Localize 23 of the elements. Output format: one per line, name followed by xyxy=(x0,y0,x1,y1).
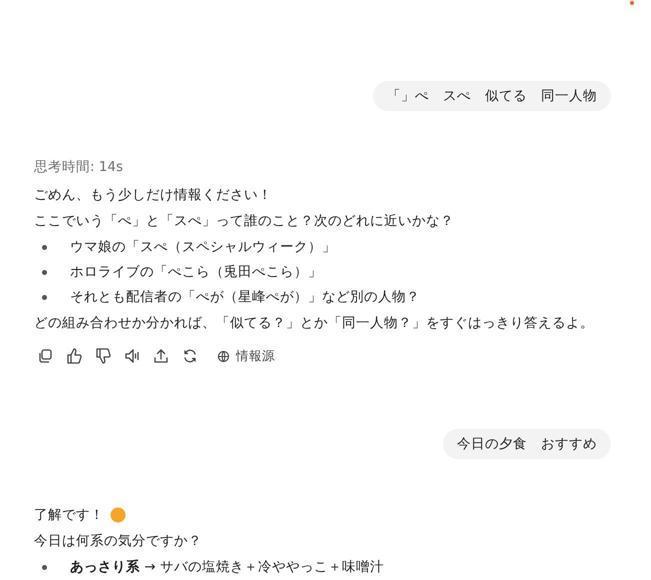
thinking-time[interactable]: 思考時間: 14s xyxy=(34,157,611,177)
notification-dot xyxy=(630,1,634,5)
message-text: 今日は何系の気分ですか？ xyxy=(34,532,202,551)
list-item-text: ホロライブの「ぺこら（兎田ぺこら）」 xyxy=(70,263,322,282)
share-icon[interactable] xyxy=(152,347,170,365)
sources-button[interactable]: 情報源 xyxy=(216,348,275,364)
bullet-icon xyxy=(42,244,47,250)
bullet-icon xyxy=(42,294,47,300)
list-item-text: あっさり系 → サバの塩焼き＋冷ややっこ＋味噌汁 xyxy=(70,558,384,577)
thumbs-down-icon[interactable] xyxy=(94,347,112,365)
thumbs-up-icon[interactable] xyxy=(65,347,83,365)
user-message: 「」ぺ スぺ 似てる 同一人物 xyxy=(373,81,611,111)
bullet-icon xyxy=(42,564,47,570)
list-item-text: それとも配信者の「ぺが（星峰ぺが）」など別の人物？ xyxy=(70,288,420,307)
list-item-text: ウマ娘の「スぺ（スペシャルウィーク）」 xyxy=(70,238,336,257)
bullet-icon xyxy=(42,270,47,274)
message-text: ここでいう「ぺ」と「スぺ」って誰のこと？次のどれに近いかな？ xyxy=(34,212,454,231)
message-text: 了解です！ xyxy=(34,506,104,525)
speaker-icon[interactable] xyxy=(123,347,141,365)
globe-icon xyxy=(216,348,231,364)
message-text: ごめん、もう少しだけ情報ください！ xyxy=(34,186,272,205)
message-text: どの組み合わせか分かれば、「似てる？」とか「同一人物？」をすぐはっきり答えるよ。 xyxy=(34,314,594,333)
user-message: 今日の夕食 おすすめ xyxy=(443,429,611,459)
